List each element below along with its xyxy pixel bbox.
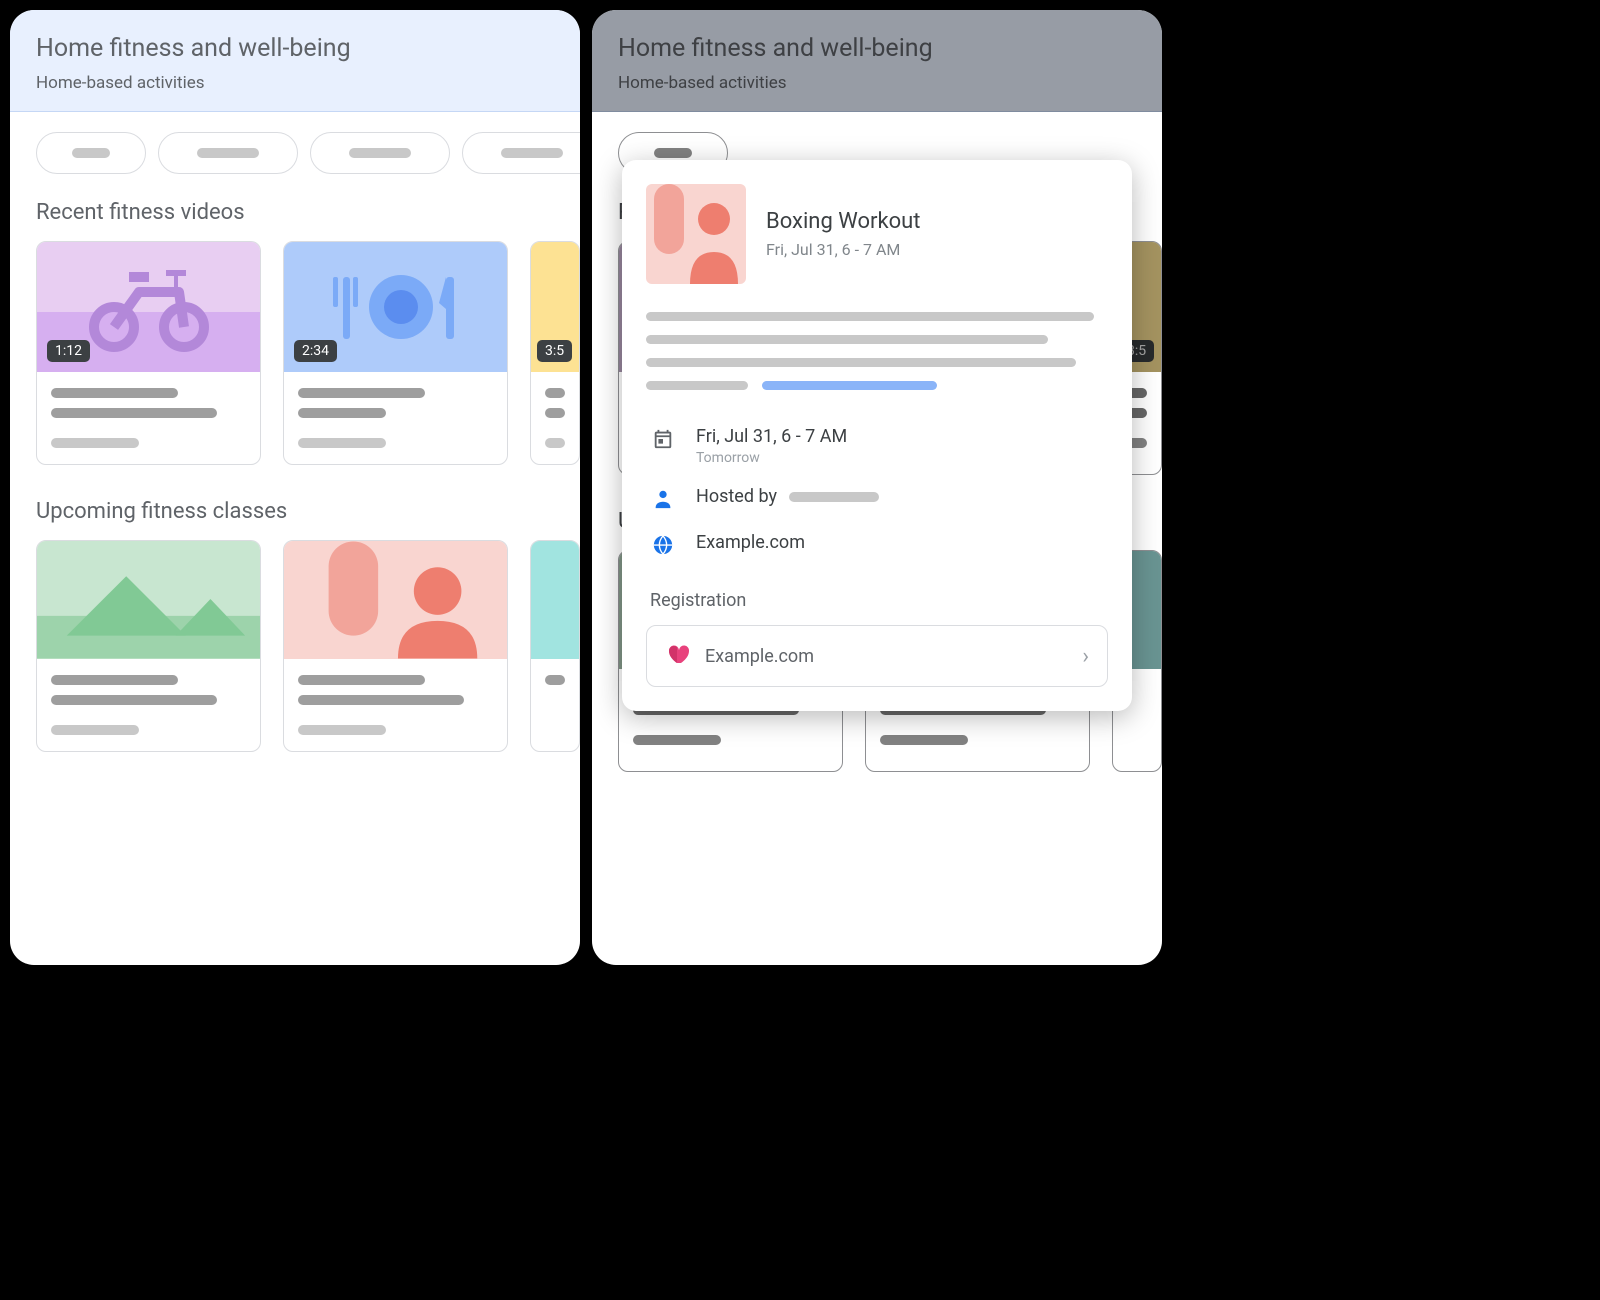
phone-left: Home fitness and well-being Home-based a… bbox=[10, 10, 580, 965]
registration-site: Example.com bbox=[705, 646, 1066, 667]
chevron-right-icon: › bbox=[1082, 644, 1089, 669]
filter-chip[interactable] bbox=[36, 132, 146, 174]
registration-label: Registration bbox=[650, 590, 1104, 611]
page-header: Home fitness and well-being Home-based a… bbox=[10, 10, 580, 112]
page-subtitle: Home-based activities bbox=[618, 73, 1136, 93]
video-card[interactable]: 2:34 bbox=[283, 241, 508, 465]
video-card[interactable]: 1:12 bbox=[36, 241, 261, 465]
event-datetime-relative: Tomorrow bbox=[696, 450, 847, 466]
event-host-row: Hosted by bbox=[646, 476, 1108, 522]
mountains-icon bbox=[37, 541, 260, 659]
card-thumb bbox=[531, 541, 579, 659]
duration-badge: 3:5 bbox=[537, 340, 572, 362]
event-website: Example.com bbox=[696, 532, 805, 553]
event-website-row[interactable]: Example.com bbox=[646, 522, 1108, 568]
food-icon: 2:34 bbox=[284, 242, 507, 372]
filter-chip[interactable] bbox=[462, 132, 580, 174]
video-card[interactable]: 3:5 bbox=[530, 241, 580, 465]
calendar-icon bbox=[650, 426, 676, 452]
phone-right: Home fitness and well-being Home-based a… bbox=[592, 10, 1162, 965]
class-card[interactable] bbox=[530, 540, 580, 752]
globe-icon bbox=[650, 532, 676, 558]
bike-icon: 1:12 bbox=[37, 242, 260, 372]
class-card[interactable] bbox=[36, 540, 261, 752]
event-detail-modal: Boxing Workout Fri, Jul 31, 6 - 7 AM Fri… bbox=[622, 160, 1132, 711]
event-subtitle: Fri, Jul 31, 6 - 7 AM bbox=[766, 240, 920, 259]
card-thumb: 3:5 bbox=[531, 242, 579, 372]
class-card[interactable] bbox=[283, 540, 508, 752]
duration-badge: 2:34 bbox=[294, 340, 337, 362]
event-title: Boxing Workout bbox=[766, 209, 920, 234]
event-description bbox=[646, 312, 1108, 390]
event-thumb bbox=[646, 184, 746, 284]
section-title-videos: Recent fitness videos bbox=[10, 194, 580, 241]
host-placeholder bbox=[789, 492, 879, 502]
filter-chip[interactable] bbox=[310, 132, 450, 174]
page-subtitle: Home-based activities bbox=[36, 73, 554, 93]
videos-row: 1:12 bbox=[10, 241, 580, 465]
heart-icon bbox=[665, 642, 689, 670]
filter-chip[interactable] bbox=[158, 132, 298, 174]
page-title: Home fitness and well-being bbox=[618, 34, 1136, 63]
registration-link[interactable]: Example.com › bbox=[646, 625, 1108, 687]
event-datetime: Fri, Jul 31, 6 - 7 AM bbox=[696, 426, 847, 447]
event-datetime-row: Fri, Jul 31, 6 - 7 AM Tomorrow bbox=[646, 416, 1108, 476]
person-icon bbox=[284, 541, 507, 659]
filter-chips-row bbox=[10, 112, 580, 194]
duration-badge: 1:12 bbox=[47, 340, 90, 362]
hosted-by-label: Hosted by bbox=[696, 486, 777, 507]
person-icon bbox=[650, 486, 676, 512]
section-title-classes: Upcoming fitness classes bbox=[10, 493, 580, 540]
classes-row bbox=[10, 540, 580, 752]
page-title: Home fitness and well-being bbox=[36, 34, 554, 63]
page-header: Home fitness and well-being Home-based a… bbox=[592, 10, 1162, 112]
